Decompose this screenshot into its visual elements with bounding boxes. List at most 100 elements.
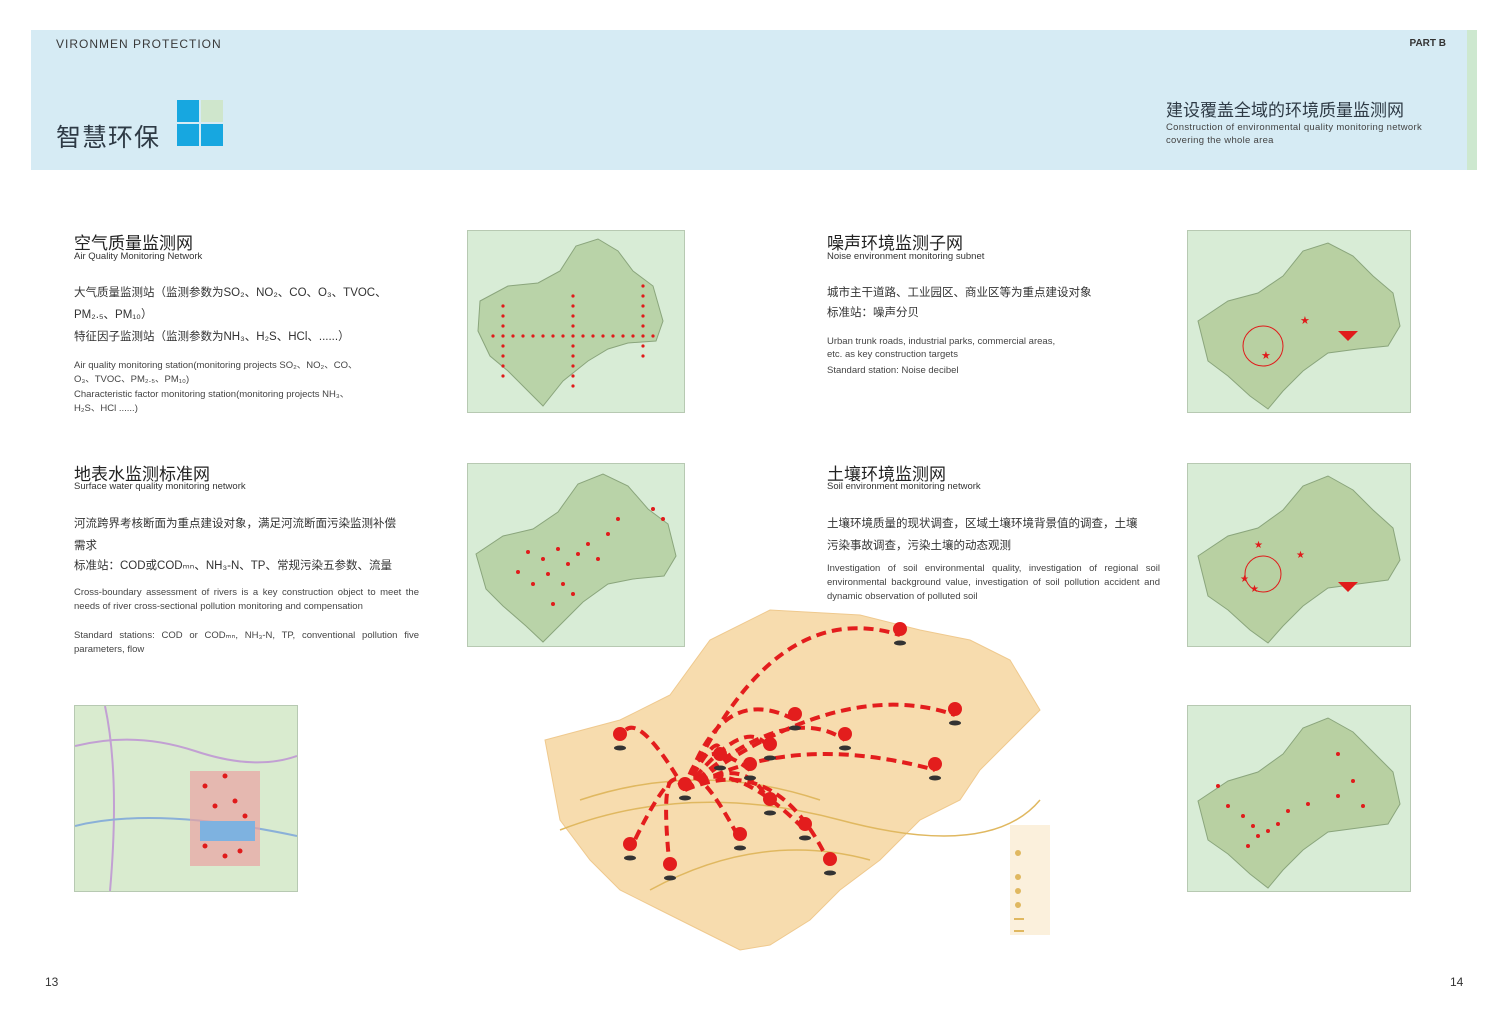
water-station-marker bbox=[556, 547, 560, 551]
air-en-line1: Air quality monitoring station(monitorin… bbox=[74, 360, 358, 371]
distribution-marker bbox=[1286, 809, 1290, 813]
air-station-marker bbox=[561, 334, 565, 338]
noise-en-line2: etc. as key construction targets bbox=[827, 349, 958, 360]
station-base bbox=[679, 795, 691, 801]
air-station-marker bbox=[651, 334, 655, 338]
station-pin-icon bbox=[678, 777, 692, 791]
water-station-marker bbox=[531, 582, 535, 586]
distribution-marker bbox=[1336, 794, 1340, 798]
station-base bbox=[764, 755, 776, 761]
water-station-marker bbox=[596, 557, 600, 561]
water-station-marker bbox=[546, 572, 550, 576]
air-station-marker bbox=[541, 334, 545, 338]
station-pin-icon bbox=[798, 817, 812, 831]
air-station-marker bbox=[501, 354, 505, 358]
air-station-marker bbox=[641, 314, 645, 318]
station-pin-icon bbox=[948, 702, 962, 716]
soil-cn-line2: 污染事故调查，污染土壤的动态观测 bbox=[827, 540, 1011, 552]
air-station-marker bbox=[511, 334, 515, 338]
distribution-map-svg bbox=[1197, 717, 1401, 889]
station-base bbox=[894, 640, 906, 646]
water-cn-line1: 河流跨界考核断面为重点建设对象，满足河流断面污染监测补偿 bbox=[74, 518, 396, 530]
station-pin-icon bbox=[763, 737, 777, 751]
air-station-marker bbox=[571, 324, 575, 328]
station-pin-icon bbox=[743, 757, 757, 771]
brand-logo-icon bbox=[177, 100, 223, 146]
header-title: 建设覆盖全域的环境质量监测网 bbox=[1166, 101, 1404, 120]
water-station-marker bbox=[661, 517, 665, 521]
svg-text:★: ★ bbox=[1250, 584, 1259, 595]
distribution-marker bbox=[1256, 834, 1260, 838]
water-station-marker bbox=[566, 562, 570, 566]
header-top-label: VIRONMEN PROTECTION bbox=[56, 37, 222, 51]
distribution-marker bbox=[1351, 779, 1355, 783]
station-base bbox=[929, 775, 941, 781]
distribution-marker bbox=[1216, 784, 1220, 788]
air-station-marker bbox=[501, 344, 505, 348]
station-pin-icon bbox=[893, 622, 907, 636]
station-base bbox=[764, 810, 776, 816]
air-station-marker bbox=[571, 294, 575, 298]
station-pin-icon bbox=[623, 837, 637, 851]
distribution-marker bbox=[1361, 804, 1365, 808]
water-station-marker bbox=[561, 582, 565, 586]
city-marker bbox=[222, 773, 228, 779]
distribution-marker bbox=[1266, 829, 1270, 833]
noise-en-line1: Urban trunk roads, industrial parks, com… bbox=[827, 336, 1056, 347]
soil-cn-line1: 土壤环境质量的现状调查，区域土壤环境背景值的调查，土壤 bbox=[827, 518, 1138, 530]
distribution-map bbox=[1187, 705, 1411, 892]
network-map-svg bbox=[544, 609, 1050, 951]
distribution-marker bbox=[1306, 802, 1310, 806]
noise-cn-line2: 标准站：噪声分贝 bbox=[827, 307, 919, 319]
air-station-marker bbox=[521, 334, 525, 338]
station-pin-icon bbox=[663, 857, 677, 871]
air-station-marker bbox=[571, 364, 575, 368]
city-marker bbox=[212, 803, 218, 809]
header-subtitle: Construction of environmental quality mo… bbox=[1166, 122, 1423, 146]
air-station-marker bbox=[571, 304, 575, 308]
city-marker bbox=[232, 798, 238, 804]
water-en-line1: Cross-boundary assessment of rivers is a… bbox=[74, 587, 419, 612]
water-station-marker bbox=[526, 550, 530, 554]
air-station-marker bbox=[601, 334, 605, 338]
station-base bbox=[824, 870, 836, 876]
soil-en-line1: Investigation of soil environmental qual… bbox=[827, 563, 1160, 602]
air-station-marker bbox=[501, 314, 505, 318]
air-station-marker bbox=[551, 334, 555, 338]
distribution-marker bbox=[1226, 804, 1230, 808]
noise-map-svg: ★ ★ bbox=[1197, 242, 1401, 410]
station-base bbox=[714, 765, 726, 771]
water-section-title-en: Surface water quality monitoring network bbox=[74, 481, 246, 492]
svg-text:★: ★ bbox=[1296, 550, 1305, 561]
station-base bbox=[839, 745, 851, 751]
station-pin-icon bbox=[838, 727, 852, 741]
city-marker bbox=[202, 783, 208, 789]
air-station-marker bbox=[491, 334, 495, 338]
water-station-marker bbox=[616, 517, 620, 521]
part-label: PART B bbox=[1409, 38, 1446, 49]
air-station-marker bbox=[501, 334, 505, 338]
air-section-title-en: Air Quality Monitoring Network bbox=[74, 251, 203, 262]
soil-station-map: ★ ★ ★ ★ bbox=[1187, 463, 1411, 647]
station-base bbox=[744, 775, 756, 781]
distribution-marker bbox=[1246, 844, 1250, 848]
city-marker bbox=[202, 843, 208, 849]
air-station-marker bbox=[501, 324, 505, 328]
city-district-map bbox=[74, 705, 298, 892]
air-station-marker bbox=[611, 334, 615, 338]
water-station-marker bbox=[606, 532, 610, 536]
station-base bbox=[799, 835, 811, 841]
air-cn-line2: PM₂.₅、PM₁₀） bbox=[74, 309, 153, 321]
water-station-marker bbox=[586, 542, 590, 546]
air-station-marker bbox=[581, 334, 585, 338]
water-en-line2: Standard stations: COD or CODₘₙ, NH₃-N, … bbox=[74, 630, 419, 655]
air-station-marker bbox=[571, 334, 575, 338]
station-pin-icon bbox=[763, 792, 777, 806]
station-pin-icon bbox=[733, 827, 747, 841]
water-station-marker bbox=[571, 592, 575, 596]
air-station-marker bbox=[641, 344, 645, 348]
air-station-marker bbox=[571, 374, 575, 378]
soil-map-svg: ★ ★ ★ ★ bbox=[1197, 475, 1401, 644]
city-marker bbox=[237, 848, 243, 854]
map-legend bbox=[1010, 825, 1050, 935]
